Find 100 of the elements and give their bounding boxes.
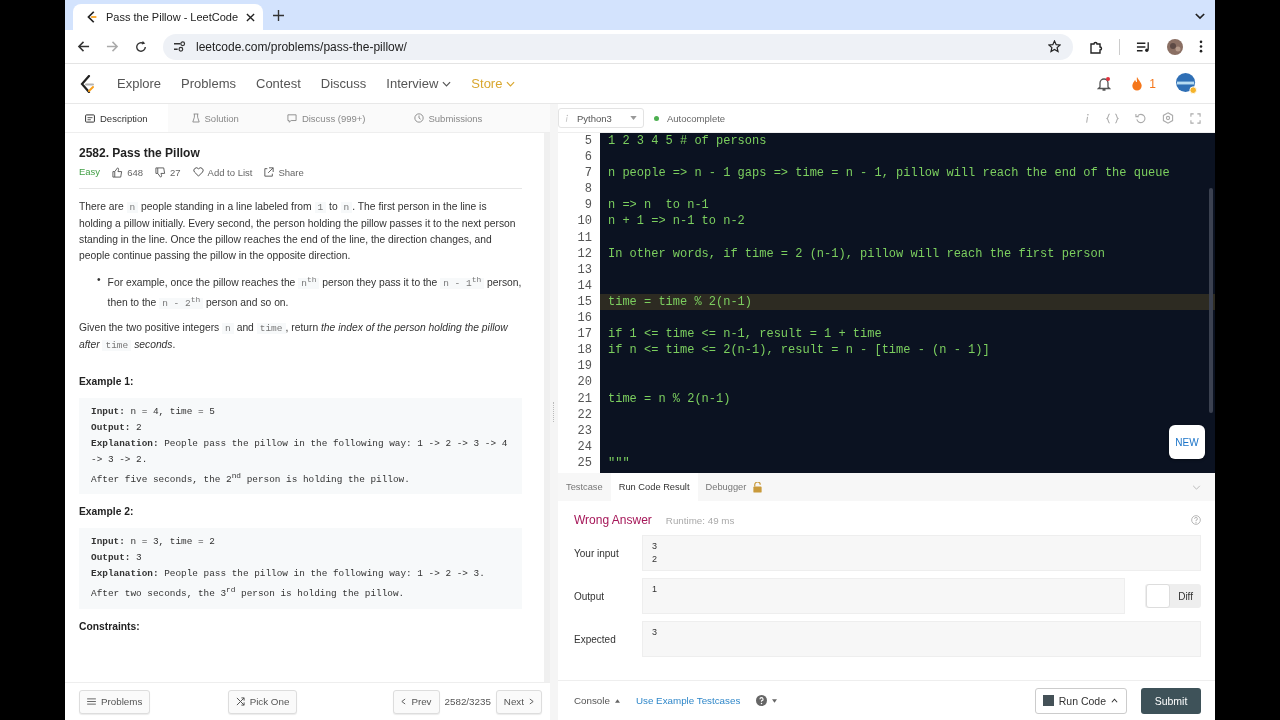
bookmark-star-icon[interactable]	[1048, 40, 1061, 53]
chevron-right-icon	[529, 698, 534, 705]
example-heading: Example 2:	[79, 505, 135, 520]
leetcode-logo-icon[interactable]	[79, 74, 95, 93]
flame-icon	[1131, 76, 1144, 91]
example-heading: Example 1:	[79, 375, 135, 390]
result-tab[interactable]: Testcase	[558, 473, 611, 501]
tab-list-icon[interactable]	[1195, 13, 1205, 20]
line-number: 10	[576, 213, 593, 230]
result-tab[interactable]: Run Code Result	[610, 473, 698, 501]
heart-icon	[192, 167, 204, 177]
code-line: n people => n - 1 gaps => time = n - 1, pillow will reach the end of the queue	[608, 166, 1170, 181]
problem-tab[interactable]: Description	[65, 104, 168, 132]
thumbs-up-icon	[112, 166, 124, 178]
url-text: leetcode.com/problems/pass-the-pillow/	[196, 39, 407, 54]
code-line: """	[608, 455, 630, 470]
code-line: In other words, if time = 2 (n-1), pillow will reach the first person	[608, 246, 1105, 261]
line-number: 24	[576, 438, 593, 455]
field-label: Output	[574, 590, 606, 602]
problem-position: 2582/3235	[443, 696, 492, 707]
tab-title: Pass the Pillow - LeetCode	[106, 11, 239, 23]
code-line: time = time % 2(n-1)	[608, 294, 753, 309]
line-number: 23	[576, 422, 593, 439]
help-icon	[756, 695, 768, 706]
problems-button[interactable]: Problems	[79, 689, 151, 714]
result-box: 1	[642, 578, 1126, 614]
caret-up-icon	[614, 698, 620, 703]
caret-down-icon	[772, 698, 778, 703]
notification-bell-icon[interactable]	[1097, 75, 1112, 92]
comment-icon	[286, 113, 297, 123]
diff-toggle[interactable]: Diff	[1145, 584, 1201, 608]
pick-one-button[interactable]: Pick One	[227, 689, 298, 714]
prev-button[interactable]: Prev	[393, 689, 440, 714]
constraints-heading: Constraints:	[79, 619, 141, 634]
add-to-list-button[interactable]: Add to List	[192, 166, 253, 178]
console-button[interactable]: Console	[574, 695, 620, 706]
clock-icon	[413, 113, 424, 123]
line-number: 5	[583, 133, 593, 150]
result-box: 3	[642, 621, 1201, 657]
field-label: Your input	[574, 547, 620, 559]
new-badge-button[interactable]: NEW	[1169, 425, 1205, 459]
description-paragraph: There are n people standing in a line labeled from 1 to n . The first person in the line is holding a pillow initially. Every second, the person holding the pillow passes it to the next person standing in the line. Once the pillow reaches the end of the line, the direction changes, and people continue passing the pillow in the opposite direction.	[79, 200, 517, 263]
profile-avatar-icon[interactable]	[1167, 38, 1183, 55]
language-dropdown[interactable]: Python3	[558, 108, 644, 128]
problem-tab[interactable]: Submissions	[389, 104, 507, 132]
example-bullet: For example, once the pillow reaches the n$^{th}$ person they pass it to the n - 1$^{th}$ person, then to the n - 2$^{th}$ person and so on.	[107, 274, 522, 312]
line-number: 12	[576, 245, 593, 262]
flask-icon	[191, 113, 200, 123]
use-example-testcases-link[interactable]: Use Example Testcases	[635, 695, 741, 706]
nav-link[interactable]: Interview	[386, 76, 452, 91]
like-button[interactable]: 648	[112, 166, 143, 178]
browser-tab[interactable]: Pass the Pillow - LeetCode	[73, 4, 263, 30]
media-icon[interactable]	[1136, 40, 1151, 53]
share-button[interactable]: Share	[264, 166, 304, 178]
line-number: 18	[576, 342, 593, 359]
lock-icon	[752, 481, 764, 493]
scrollbar[interactable]	[1209, 188, 1213, 413]
chevron-down-icon	[442, 80, 452, 87]
nav-link[interactable]: Discuss	[320, 76, 367, 91]
extensions-icon[interactable]	[1089, 39, 1103, 54]
share-icon	[264, 167, 275, 177]
run-code-button[interactable]: Run Code	[1034, 687, 1127, 714]
chevron-left-icon	[401, 698, 407, 705]
result-tab[interactable]: Debugger	[697, 473, 772, 501]
code-line: if 1 <= time <= n-1, result = 1 + time	[608, 327, 882, 342]
new-tab-icon[interactable]	[273, 10, 284, 21]
document-icon	[85, 113, 95, 123]
result-status: Wrong Answer	[574, 513, 652, 527]
thumbs-down-icon	[155, 166, 166, 178]
problem-tab[interactable]: Solution	[167, 104, 263, 132]
resize-handle[interactable]	[552, 402, 556, 422]
line-number: 11	[576, 229, 593, 246]
line-number: 17	[576, 326, 593, 343]
next-button[interactable]: Next	[495, 689, 542, 714]
nav-link[interactable]: Problems	[181, 76, 236, 91]
address-bar[interactable]: leetcode.com/problems/pass-the-pillow/	[163, 33, 1073, 60]
user-avatar-icon[interactable]	[1176, 73, 1197, 94]
reload-icon[interactable]	[135, 40, 147, 53]
nav-link[interactable]: Explore	[117, 76, 162, 91]
code-line: time = n % 2(n-1)	[608, 391, 731, 406]
back-icon[interactable]	[77, 40, 90, 53]
nav-link[interactable]: Contest	[256, 76, 301, 91]
line-number: 6	[583, 149, 593, 166]
menu-icon[interactable]	[1199, 40, 1203, 53]
close-icon[interactable]	[246, 12, 255, 22]
autocomplete-toggle[interactable]: Autocomplete	[654, 112, 726, 124]
dislike-button[interactable]: 27	[155, 166, 181, 178]
site-info-icon[interactable]	[173, 41, 186, 52]
help-menu-button[interactable]	[756, 695, 778, 706]
code-line: n => n to n-1	[608, 198, 709, 213]
info-icon	[565, 113, 569, 123]
problem-tab[interactable]: Discuss (999+)	[262, 104, 390, 132]
submit-button[interactable]: Submit	[1141, 687, 1201, 714]
line-number: 7	[583, 165, 593, 182]
square-icon	[1042, 695, 1054, 706]
line-number: 19	[576, 358, 593, 375]
line-number: 16	[576, 310, 593, 327]
line-number: 20	[576, 374, 593, 391]
bullet-marker: •	[97, 273, 101, 287]
leetcode-logo-icon	[85, 10, 99, 24]
